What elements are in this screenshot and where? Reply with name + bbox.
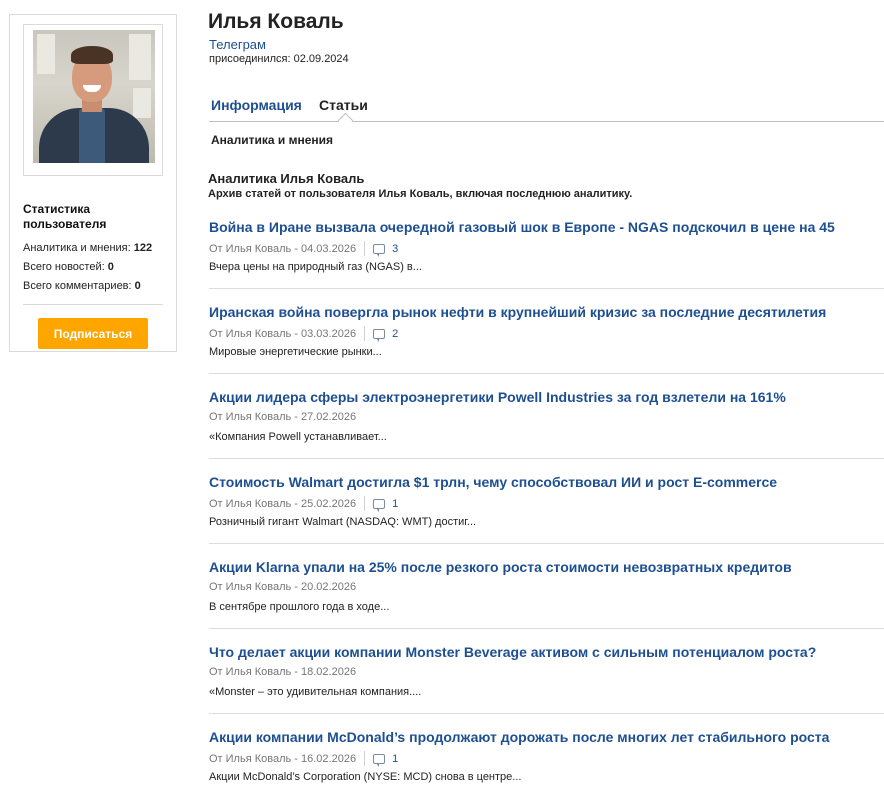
comments-link[interactable]: 2 <box>373 327 399 342</box>
article-list: Война в Иране вызвала очередной газовый … <box>209 210 884 805</box>
comments-link[interactable]: 1 <box>373 497 399 512</box>
meta-separator <box>364 241 366 256</box>
tab-articles[interactable]: Статьи <box>319 97 368 113</box>
user-stats: Статистика пользователя Аналитика и мнен… <box>10 176 176 292</box>
article-author-date: От Илья Коваль - 03.03.2026 <box>209 327 357 340</box>
profile-tabs: Информация Статьи <box>209 97 884 122</box>
comment-bubble-icon <box>373 328 386 342</box>
list-item: Стоимость Walmart достигла $1 трлн, чему… <box>209 465 884 550</box>
article-title-link[interactable]: Акции лидера сферы электроэнергетики Pow… <box>209 389 786 405</box>
section-description: Архив статей от пользователя Илья Коваль… <box>208 188 633 200</box>
article-author-date: От Илья Коваль - 16.02.2026 <box>209 752 357 765</box>
meta-separator <box>364 326 366 341</box>
article-excerpt: Мировые энергетические рынки... <box>209 346 382 358</box>
article-meta: От Илья Коваль - 27.02.2026 <box>209 411 356 423</box>
list-item: Акции Klarna упали на 25% после резкого … <box>209 550 884 635</box>
avatar-frame <box>23 24 163 176</box>
subtab-analytics[interactable]: Аналитика и мнения <box>211 133 333 147</box>
article-meta: От Илья Коваль - 18.02.2026 <box>209 666 356 678</box>
meta-separator <box>364 751 366 766</box>
comment-count: 1 <box>392 752 399 765</box>
article-author-date: От Илья Коваль - 18.02.2026 <box>209 666 357 678</box>
divider <box>209 543 884 544</box>
comment-count: 1 <box>392 497 399 510</box>
comments-link[interactable]: 3 <box>373 242 399 257</box>
article-title-link[interactable]: Акции Klarna упали на 25% после резкого … <box>209 559 792 575</box>
article-excerpt: Вчера цены на природный газ (NGAS) в... <box>209 261 422 273</box>
list-item: Акции компании McDonald’s продолжают дор… <box>209 720 884 805</box>
tabs-divider <box>209 121 884 122</box>
stat-label: Всего новостей: <box>23 261 105 273</box>
article-author-date: От Илья Коваль - 20.02.2026 <box>209 581 357 593</box>
article-title-link[interactable]: Стоимость Walmart достигла $1 трлн, чему… <box>209 474 777 490</box>
article-meta: От Илья Коваль - 20.02.2026 <box>209 581 356 593</box>
stat-label: Всего комментариев: <box>23 280 132 292</box>
divider <box>209 628 884 629</box>
stat-label: Аналитика и мнения: <box>23 242 131 254</box>
section-title: Аналитика Илья Коваль <box>208 171 365 186</box>
user-sidebar: Статистика пользователя Аналитика и мнен… <box>9 14 177 352</box>
article-author-date: От Илья Коваль - 27.02.2026 <box>209 411 357 423</box>
stat-comments: Всего комментариев: 0 <box>23 280 163 292</box>
list-item: Акции лидера сферы электроэнергетики Pow… <box>209 380 884 465</box>
divider <box>209 713 884 714</box>
divider <box>23 304 163 305</box>
article-excerpt: Розничный гигант Walmart (NASDAQ: WMT) д… <box>209 516 477 528</box>
article-meta: От Илья Коваль - 25.02.2026 1 <box>209 496 399 512</box>
divider <box>209 373 884 374</box>
stats-title: Статистика пользователя <box>23 202 107 231</box>
article-excerpt: «Monster – это удивительная компания.... <box>209 686 422 698</box>
stat-value: 0 <box>134 280 141 292</box>
list-item: Что делает акции компании Monster Bevera… <box>209 635 884 720</box>
subscribe-button[interactable]: Подписаться <box>38 318 148 349</box>
tab-information[interactable]: Информация <box>211 97 302 113</box>
divider <box>209 288 884 289</box>
article-meta: От Илья Коваль - 16.02.2026 1 <box>209 751 399 767</box>
article-title-link[interactable]: Что делает акции компании Monster Bevera… <box>209 644 816 660</box>
article-title-link[interactable]: Война в Иране вызвала очередной газовый … <box>209 219 835 235</box>
avatar <box>33 30 155 163</box>
comment-bubble-icon <box>373 243 386 257</box>
stat-value: 122 <box>133 242 153 254</box>
stat-analytics: Аналитика и мнения: 122 <box>23 242 163 254</box>
article-excerpt: Акции McDonald’s Corporation (NYSE: MCD)… <box>209 771 522 783</box>
article-meta: От Илья Коваль - 04.03.2026 3 <box>209 241 399 257</box>
article-title-link[interactable]: Акции компании McDonald’s продолжают дор… <box>209 729 829 745</box>
article-author-date: От Илья Коваль - 04.03.2026 <box>209 242 357 255</box>
meta-separator <box>364 496 366 511</box>
comment-bubble-icon <box>373 753 386 767</box>
page-title: Илья Коваль <box>208 10 344 33</box>
article-author-date: От Илья Коваль - 25.02.2026 <box>209 497 357 510</box>
stat-news: Всего новостей: 0 <box>23 261 163 273</box>
list-item: Иранская война повергла рынок нефти в кр… <box>209 295 884 380</box>
source-link[interactable]: Телеграм <box>209 37 266 52</box>
comment-count: 3 <box>392 242 399 255</box>
article-meta: От Илья Коваль - 03.03.2026 2 <box>209 326 399 342</box>
stat-value: 0 <box>107 261 114 273</box>
comment-bubble-icon <box>373 498 386 512</box>
article-excerpt: «Компания Powell устанавливает... <box>209 431 387 443</box>
article-excerpt: В сентябре прошлого года в ходе... <box>209 601 390 613</box>
list-item: Война в Иране вызвала очередной газовый … <box>209 210 884 295</box>
comment-count: 2 <box>392 327 399 340</box>
divider <box>209 458 884 459</box>
article-title-link[interactable]: Иранская война повергла рынок нефти в кр… <box>209 304 826 320</box>
joined-date: присоединился: 02.09.2024 <box>209 53 349 65</box>
comments-link[interactable]: 1 <box>373 752 399 767</box>
